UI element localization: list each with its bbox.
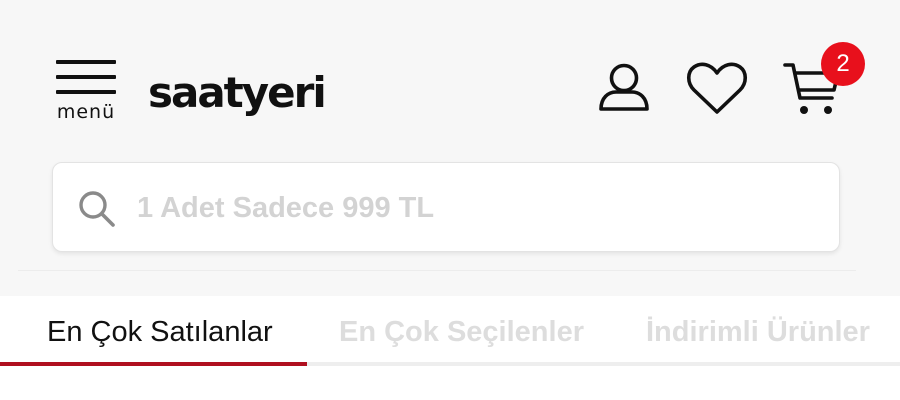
menu-button[interactable]: menü	[54, 60, 118, 126]
user-icon	[599, 63, 649, 111]
search-icon[interactable]	[77, 189, 117, 229]
tab-discounted-products[interactable]: İndirimli Ürünler	[646, 316, 870, 356]
site-logo[interactable]: saatyeri	[148, 66, 327, 120]
header-divider	[18, 270, 856, 271]
hamburger-icon-line	[56, 60, 116, 64]
product-tabs: En Çok Satılanlar En Çok Seçilenler İndi…	[0, 296, 900, 366]
active-tab-indicator	[0, 362, 307, 366]
search-bar	[52, 162, 840, 252]
favorites-button[interactable]	[686, 60, 748, 116]
search-input[interactable]	[137, 181, 817, 235]
account-button[interactable]	[596, 60, 652, 116]
heart-icon	[686, 62, 748, 114]
hamburger-icon-line	[56, 75, 116, 79]
cart-count-badge: 2	[821, 42, 865, 86]
site-header: menü saatyeri 2	[0, 0, 900, 296]
tab-best-sellers[interactable]: En Çok Satılanlar	[47, 316, 273, 356]
menu-label: menü	[56, 101, 116, 123]
tab-most-selected[interactable]: En Çok Seçilenler	[339, 316, 584, 356]
hamburger-icon-line	[56, 90, 116, 94]
